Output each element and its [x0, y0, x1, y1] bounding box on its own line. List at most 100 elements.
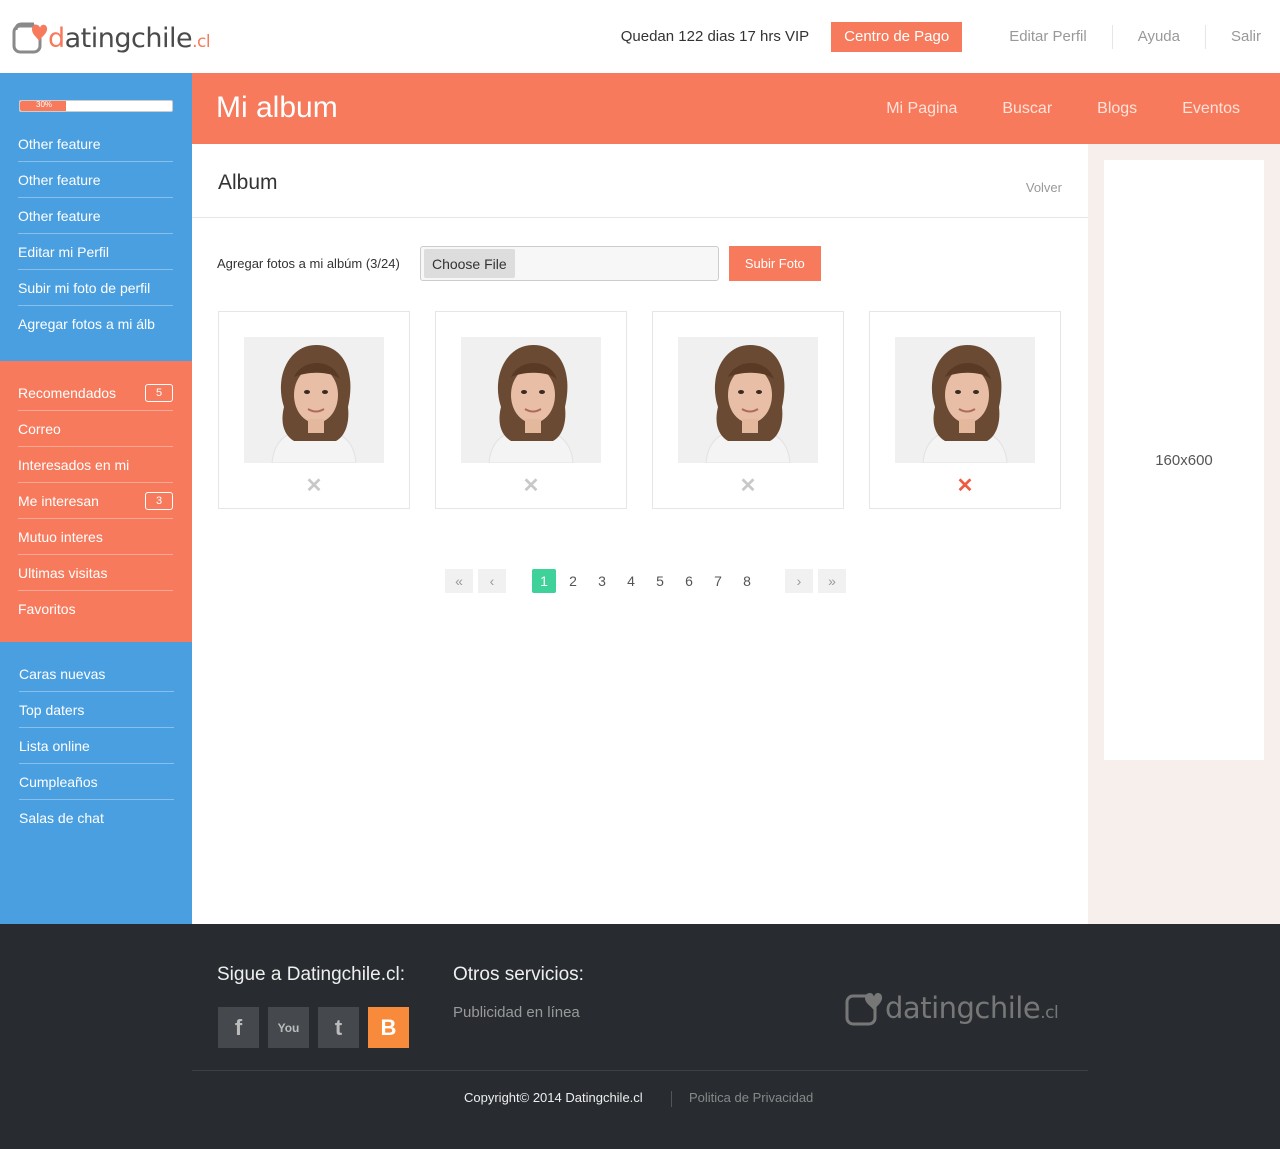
logo-text: datingchile.cl [48, 22, 211, 54]
nav-events[interactable]: Eventos [1182, 100, 1240, 118]
sidebar-item-i-am-interested[interactable]: Me interesan 3 [18, 483, 173, 519]
nav-blogs[interactable]: Blogs [1097, 100, 1137, 118]
file-input[interactable]: Choose File [419, 246, 719, 281]
last-page-button[interactable]: » [818, 569, 846, 593]
progress-fill: 30% [20, 100, 66, 111]
copyright: Copyright© 2014 Datingchile.cl [464, 1090, 643, 1105]
page-number-1[interactable]: 1 [532, 569, 556, 593]
album-photo[interactable] [678, 337, 818, 463]
browse-section: Caras nuevas Top daters Lista online Cum… [0, 642, 192, 924]
payment-center-button[interactable]: Centro de Pago [831, 21, 963, 52]
page-number-2[interactable]: 2 [561, 569, 585, 593]
delete-photo-icon[interactable]: ✕ [219, 474, 409, 498]
sidebar-item-mail[interactable]: Correo [18, 411, 173, 447]
sidebar-item-other-feature[interactable]: Other feature [18, 162, 173, 198]
site-logo[interactable]: datingchile.cl [12, 16, 211, 60]
album-panel: Album Volver Agregar fotos a mi albúm (3… [192, 144, 1088, 924]
footer: Sigue a Datingchile.cl: f You t B Otros … [0, 924, 1280, 1149]
choose-file-button[interactable]: Choose File [423, 249, 515, 278]
page-header-band: Mi album Mi Pagina Buscar Blogs Eventos [192, 73, 1280, 144]
delete-photo-icon[interactable]: ✕ [870, 474, 1060, 498]
next-page-button[interactable]: › [785, 569, 813, 593]
album-photo-card: ✕ [869, 311, 1061, 509]
help-link[interactable]: Ayuda [1111, 24, 1205, 49]
sidebar-item-new-faces[interactable]: Caras nuevas [19, 656, 174, 692]
sidebar-item-last-visits[interactable]: Ultimas visitas [18, 555, 173, 591]
photo-grid: ✕ ✕ ✕ ✕ [218, 311, 1061, 509]
vip-status: Quedan 122 dias 17 hrs VIP [620, 28, 810, 45]
album-photo-card: ✕ [652, 311, 844, 509]
top-nav: Quedan 122 dias 17 hrs VIP Centro de Pag… [621, 0, 1280, 73]
album-title: Album [218, 171, 278, 194]
sidebar-item-online-list[interactable]: Lista online [19, 728, 174, 764]
facebook-icon[interactable]: f [218, 1007, 259, 1048]
count-badge: 5 [145, 383, 173, 402]
footer-logo: datingchile.cl [845, 982, 1059, 1034]
sidebar-item-other-feature[interactable]: Other feature [18, 198, 173, 234]
nav-my-page[interactable]: Mi Pagina [886, 100, 957, 118]
sidebar-item-add-album-photos[interactable]: Agregar fotos a mi álb [18, 306, 173, 342]
browse-menu: Caras nuevas Top daters Lista online Cum… [19, 656, 174, 836]
page-number-7[interactable]: 7 [706, 569, 730, 593]
blogger-icon[interactable]: B [368, 1007, 409, 1048]
sidebar-item-upload-profile-photo[interactable]: Subir mi foto de perfil [18, 270, 173, 306]
page-number-8[interactable]: 8 [735, 569, 759, 593]
advertising-link[interactable]: Publicidad en línea [453, 1004, 580, 1021]
ad-placeholder[interactable]: 160x600 [1104, 160, 1264, 760]
sidebar-item-top-daters[interactable]: Top daters [19, 692, 174, 728]
profile-progress-bar: 30% [19, 100, 173, 112]
first-page-button[interactable]: « [445, 569, 473, 593]
album-header: Album Volver [192, 144, 1088, 218]
sidebar-item-interested-in-me[interactable]: Interesados en mi [18, 447, 173, 483]
portrait-image [678, 337, 818, 463]
footer-logo-text: datingchile.cl [885, 991, 1059, 1025]
privacy-policy-link[interactable]: Politica de Privacidad [689, 1090, 813, 1105]
album-photo[interactable] [244, 337, 384, 463]
page-number-3[interactable]: 3 [590, 569, 614, 593]
other-services-title: Otros servicios: [453, 964, 584, 985]
album-photo[interactable] [461, 337, 601, 463]
portrait-image [895, 337, 1035, 463]
back-link[interactable]: Volver [1026, 180, 1062, 195]
edit-profile-link[interactable]: Editar Perfil [984, 25, 1112, 49]
section-nav: Mi Pagina Buscar Blogs Eventos [841, 73, 1240, 144]
ad-column: 160x600 [1088, 144, 1280, 924]
footer-divider [192, 1070, 1088, 1071]
album-photo-card: ✕ [435, 311, 627, 509]
profile-section: 30% Other feature Other feature Other fe… [0, 73, 192, 361]
portrait-image [461, 337, 601, 463]
page-number-6[interactable]: 6 [677, 569, 701, 593]
sidebar-item-favorites[interactable]: Favoritos [18, 591, 173, 627]
matches-section: Recomendados 5 Correo Interesados en mi M… [0, 361, 192, 642]
left-sidebar: 30% Other feature Other feature Other fe… [0, 73, 192, 924]
prev-page-button[interactable]: ‹ [478, 569, 506, 593]
delete-photo-icon[interactable]: ✕ [653, 474, 843, 498]
nav-search[interactable]: Buscar [1002, 100, 1052, 118]
sidebar-item-birthdays[interactable]: Cumpleaños [19, 764, 174, 800]
page-number-4[interactable]: 4 [619, 569, 643, 593]
matches-menu: Recomendados 5 Correo Interesados en mi M… [18, 375, 173, 627]
heart-logo-icon [845, 992, 883, 1026]
pagination: « ‹ 12345678 › » [445, 569, 851, 593]
top-bar: datingchile.cl Quedan 122 dias 17 hrs VI… [0, 0, 1280, 73]
page-number-5[interactable]: 5 [648, 569, 672, 593]
upload-label: Agregar fotos a mi albúm (3/24) [217, 256, 400, 271]
profile-menu: Other feature Other feature Other featur… [18, 126, 173, 342]
social-links: f You t B [218, 1007, 409, 1048]
portrait-image [244, 337, 384, 463]
separator [671, 1091, 672, 1107]
page-title: Mi album [216, 91, 338, 124]
sidebar-item-recommended[interactable]: Recomendados 5 [18, 375, 173, 411]
youtube-icon[interactable]: You [268, 1007, 309, 1048]
sidebar-item-other-feature[interactable]: Other feature [18, 126, 173, 162]
upload-row: Agregar fotos a mi albúm (3/24) Choose F… [217, 246, 821, 281]
sidebar-item-edit-profile[interactable]: Editar mi Perfil [18, 234, 173, 270]
heart-logo-icon [12, 22, 48, 54]
logout-link[interactable]: Salir [1204, 24, 1280, 49]
upload-photo-button[interactable]: Subir Foto [728, 246, 821, 281]
sidebar-item-mutual-interest[interactable]: Mutuo interes [18, 519, 173, 555]
album-photo[interactable] [895, 337, 1035, 463]
twitter-icon[interactable]: t [318, 1007, 359, 1048]
sidebar-item-chat-rooms[interactable]: Salas de chat [19, 800, 174, 836]
delete-photo-icon[interactable]: ✕ [436, 474, 626, 498]
